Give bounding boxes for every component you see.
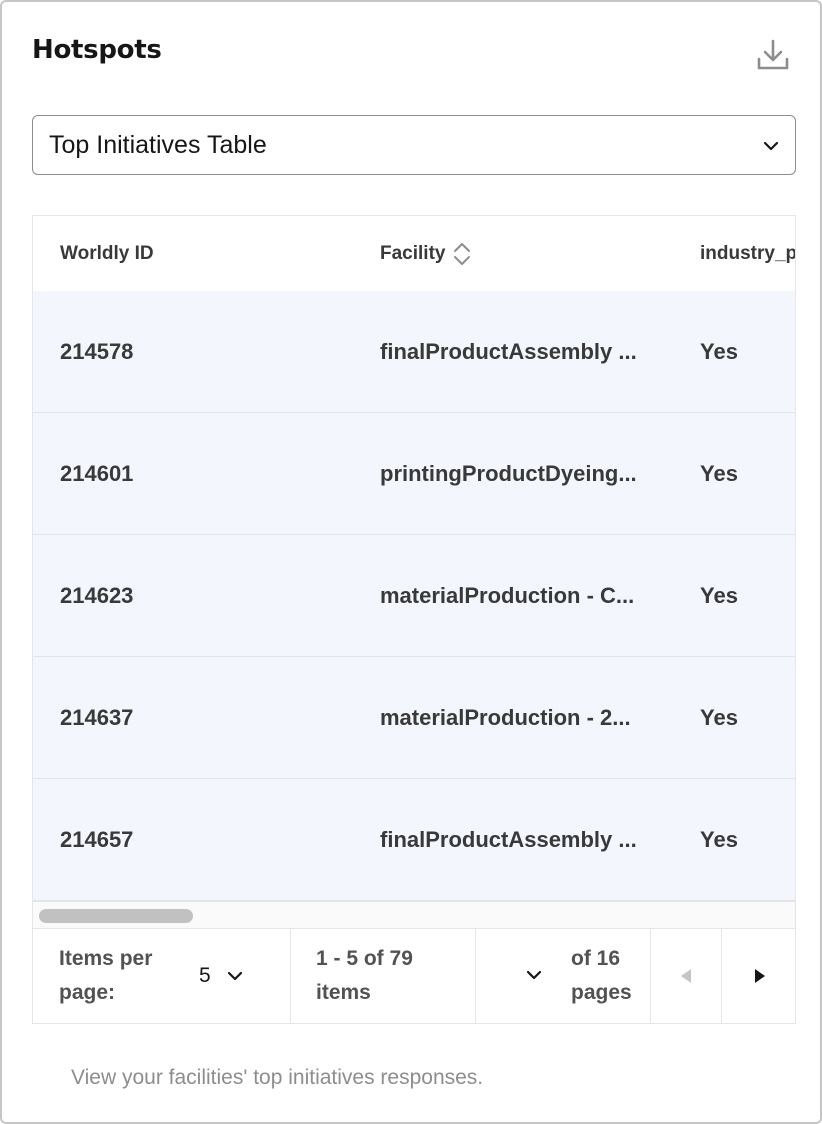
table-row[interactable]: 214657 finalProductAssembly ... Yes	[33, 779, 795, 901]
total-pages-text: of 16	[571, 947, 621, 970]
table-row[interactable]: 214637 materialProduction - 2... Yes	[33, 657, 795, 779]
scrollbar-thumb[interactable]	[39, 909, 193, 923]
column-header-worldly-id: Worldly ID	[60, 242, 154, 264]
initiatives-table: Worldly ID Facility industry_p 214578 fi…	[32, 215, 796, 929]
chevron-down-icon	[763, 141, 779, 151]
items-per-page-value: 5	[199, 964, 211, 987]
card-description: View your facilities' top initiatives re…	[71, 1066, 484, 1089]
page-select[interactable]	[524, 965, 548, 989]
next-page-button[interactable]	[722, 929, 797, 1023]
previous-page-button[interactable]	[651, 929, 722, 1023]
item-range-text: 1 - 5 of 79	[316, 947, 413, 970]
cell-industry: Yes	[700, 704, 738, 730]
hotspots-card: Hotspots Top Initiatives Table Worldly I…	[0, 0, 822, 1124]
cell-facility: materialProduction - C...	[380, 582, 635, 608]
cell-facility: finalProductAssembly ...	[380, 338, 637, 364]
table-row[interactable]: 214601 printingProductDyeing... Yes	[33, 413, 795, 535]
table-row[interactable]: 214623 materialProduction - C... Yes	[33, 535, 795, 657]
download-icon	[757, 39, 789, 70]
card-title: Hotspots	[32, 35, 162, 65]
column-header-facility[interactable]: Facility	[380, 216, 473, 291]
view-select-value: Top Initiatives Table	[49, 130, 267, 159]
cell-industry: Yes	[700, 460, 738, 486]
pagination: Items per page: 5 1 - 5 of 79 items of 1…	[32, 929, 796, 1024]
cell-facility: materialProduction - 2...	[380, 704, 631, 730]
cell-worldly-id: 214637	[60, 704, 134, 730]
table-row[interactable]: 214578 finalProductAssembly ... Yes	[33, 291, 795, 413]
items-per-page-label: Items per	[59, 947, 153, 970]
items-per-page: Items per page: 5	[33, 929, 291, 1023]
total-pages-text-2: pages	[571, 981, 632, 1004]
cell-facility: finalProductAssembly ...	[380, 826, 637, 852]
item-range: 1 - 5 of 79 items	[291, 929, 476, 1023]
items-per-page-label-2: page:	[59, 981, 116, 1004]
sort-icon	[454, 242, 471, 265]
caret-right-icon	[755, 969, 765, 983]
cell-facility: printingProductDyeing...	[380, 460, 637, 486]
download-button[interactable]	[752, 34, 794, 76]
cell-industry: Yes	[700, 582, 738, 608]
cell-worldly-id: 214623	[60, 582, 134, 608]
view-select[interactable]: Top Initiatives Table	[32, 115, 796, 175]
chevron-down-icon	[227, 971, 242, 981]
cell-worldly-id: 214657	[60, 826, 134, 852]
caret-left-icon	[681, 969, 691, 983]
cell-industry: Yes	[700, 826, 738, 852]
horizontal-scrollbar[interactable]	[33, 901, 795, 928]
cell-worldly-id: 214578	[60, 338, 134, 364]
cell-worldly-id: 214601	[60, 460, 134, 486]
chevron-down-icon	[526, 970, 542, 980]
items-per-page-select[interactable]: 5	[199, 957, 279, 995]
cell-industry: Yes	[700, 338, 738, 364]
table-header: Worldly ID Facility industry_p	[33, 216, 796, 291]
item-range-text-2: items	[316, 981, 371, 1004]
page-select-cell: of 16 pages	[476, 929, 651, 1023]
column-header-industry: industry_p	[700, 242, 796, 264]
